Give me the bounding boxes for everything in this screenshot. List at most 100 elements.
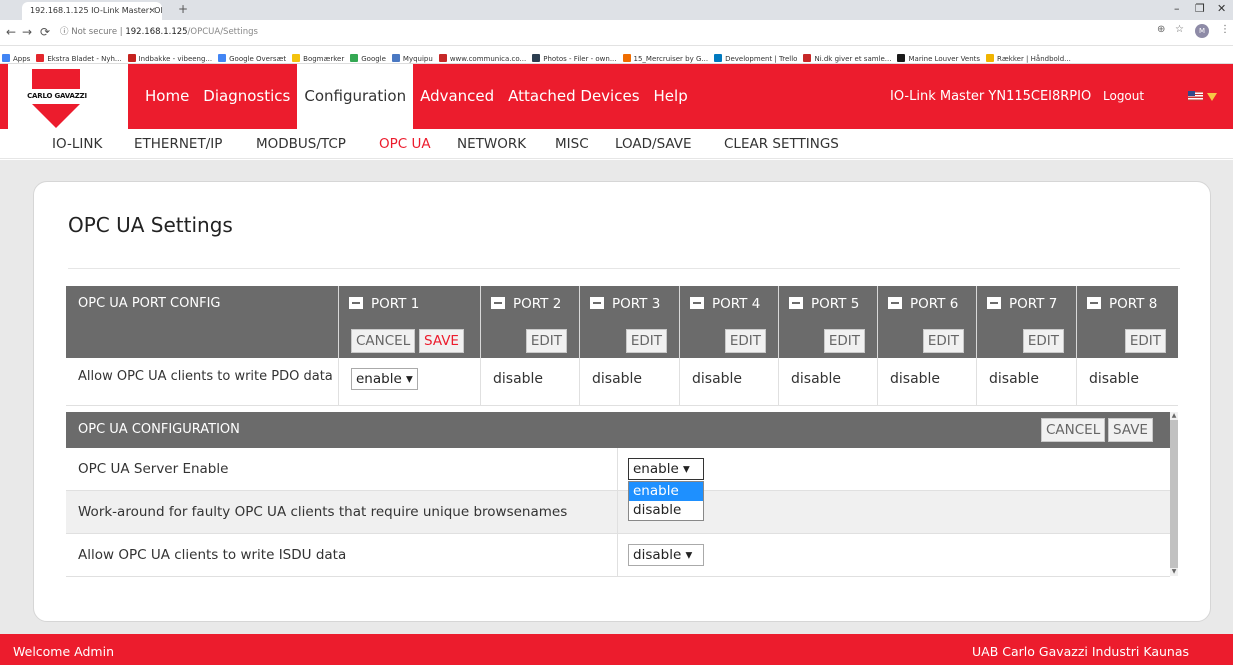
- tab-network[interactable]: NETWORK: [457, 129, 526, 159]
- bookmark-item[interactable]: Photos - Filer - own...: [532, 50, 617, 63]
- bookmark-item[interactable]: 15_Mercruiser by G...: [622, 50, 708, 63]
- collapse-icon[interactable]: [789, 297, 803, 309]
- nav-configuration[interactable]: Configuration: [297, 64, 414, 129]
- port-actions-3: EDIT: [579, 322, 679, 358]
- bookmark-item[interactable]: Apps: [2, 50, 31, 63]
- scroll-thumb[interactable]: [1170, 420, 1178, 568]
- bookmark-item[interactable]: Rækker | Håndbold...: [986, 50, 1071, 63]
- collapse-icon[interactable]: [349, 297, 363, 309]
- dropdown-option-disable[interactable]: disable: [629, 501, 703, 520]
- port-header-2[interactable]: PORT 2: [480, 286, 579, 322]
- browser-tab[interactable]: 192.168.1.125 IO-Link Master: OI ×: [22, 2, 162, 20]
- bookmark-icon: [986, 54, 995, 62]
- close-window-icon[interactable]: ✕: [1217, 2, 1226, 15]
- port-header-5[interactable]: PORT 5: [778, 286, 877, 322]
- profile-avatar[interactable]: M: [1195, 24, 1209, 38]
- bookmark-label: Apps: [13, 55, 31, 63]
- port-header-8[interactable]: PORT 8: [1076, 286, 1178, 322]
- port-1-save-button[interactable]: SAVE: [419, 329, 464, 353]
- column-divider: [617, 534, 618, 576]
- bookmark-item[interactable]: Ni.dk giver et samle...: [803, 50, 891, 63]
- nav-help[interactable]: Help: [647, 64, 695, 129]
- port-2-edit-button[interactable]: EDIT: [525, 329, 567, 353]
- reload-icon[interactable]: ⟳: [40, 25, 50, 39]
- menu-dots-icon[interactable]: ⋮: [1220, 24, 1230, 35]
- tab-opc-ua[interactable]: OPC UA: [379, 129, 431, 159]
- collapse-icon[interactable]: [888, 297, 902, 309]
- bookmark-icon: [532, 54, 541, 62]
- port-5-pdo-value: disable: [791, 371, 842, 387]
- dropdown-option-enable[interactable]: enable: [629, 482, 703, 501]
- port-1-cancel-button[interactable]: CANCEL: [351, 329, 416, 353]
- tab-ethernet-ip[interactable]: ETHERNET/IP: [134, 129, 222, 159]
- tab-modbus-tcp[interactable]: MODBUS/TCP: [256, 129, 346, 159]
- tab-io-link[interactable]: IO-LINK: [52, 129, 102, 159]
- collapse-icon[interactable]: [1087, 297, 1101, 309]
- info-icon[interactable]: ⓘ: [60, 27, 69, 37]
- bookmark-item[interactable]: www.communica.co...: [438, 50, 527, 63]
- bookmark-item[interactable]: Ekstra Bladet - Nyh...: [36, 50, 122, 63]
- us-flag-icon[interactable]: [1188, 91, 1203, 101]
- bookmark-item[interactable]: Bogmærker: [292, 50, 345, 63]
- url-input[interactable]: ⓘ Not secure | 192.168.1.125/OPCUA/Setti…: [60, 23, 1190, 41]
- collapse-icon[interactable]: [987, 297, 1001, 309]
- collapse-icon[interactable]: [590, 297, 604, 309]
- logout-link[interactable]: Logout: [1103, 64, 1144, 129]
- tab-misc[interactable]: MISC: [555, 129, 589, 159]
- port-header-7[interactable]: PORT 7: [976, 286, 1076, 322]
- port-4-edit-button[interactable]: EDIT: [724, 329, 766, 353]
- collapse-icon[interactable]: [491, 297, 505, 309]
- bookmark-item[interactable]: Indbakke - vibeeng...: [127, 50, 212, 63]
- carlo-gavazzi-logo[interactable]: CARLO GAVAZZI: [8, 64, 128, 130]
- port-5-edit-button[interactable]: EDIT: [823, 329, 865, 353]
- bookmark-item[interactable]: Marine Louver Vents: [897, 50, 980, 63]
- chevron-down-icon[interactable]: [1207, 93, 1217, 101]
- port-header-6[interactable]: PORT 6: [877, 286, 976, 322]
- server-enable-value: enable: [633, 461, 679, 477]
- bookmark-item[interactable]: Development | Trello: [714, 50, 797, 63]
- tab-clear-settings[interactable]: CLEAR SETTINGS: [724, 129, 839, 159]
- bookmark-label: Bogmærker: [303, 55, 345, 63]
- port-8-edit-button[interactable]: EDIT: [1124, 329, 1166, 353]
- port-header-1[interactable]: PORT 1: [338, 286, 480, 322]
- port-header-3[interactable]: PORT 3: [579, 286, 679, 322]
- maximize-icon[interactable]: ❐: [1195, 2, 1205, 15]
- opcua-config-header: OPC UA CONFIGURATION CANCEL SAVE: [66, 412, 1170, 448]
- port-actions-1: CANCEL SAVE: [338, 322, 480, 358]
- star-icon[interactable]: ☆: [1175, 24, 1184, 35]
- scroll-up-icon[interactable]: ▲: [1170, 412, 1178, 420]
- back-arrow-icon[interactable]: ←: [6, 25, 16, 39]
- close-tab-icon[interactable]: ×: [148, 2, 156, 20]
- bookmark-item[interactable]: Google Oversæt: [218, 50, 286, 63]
- bookmark-icon: [897, 54, 906, 62]
- logo-text: CARLO GAVAZZI: [27, 92, 87, 100]
- port-header-4[interactable]: PORT 4: [679, 286, 778, 322]
- isdu-write-select[interactable]: disable ▾: [628, 544, 704, 566]
- scroll-down-icon[interactable]: ▼: [1170, 568, 1178, 576]
- collapse-icon[interactable]: [690, 297, 704, 309]
- forward-arrow-icon[interactable]: →: [22, 25, 32, 39]
- nav-attached-devices[interactable]: Attached Devices: [501, 64, 646, 129]
- bookmark-item[interactable]: Google: [350, 50, 386, 63]
- new-tab-button[interactable]: +: [178, 2, 188, 16]
- config-cancel-button[interactable]: CANCEL: [1041, 418, 1106, 442]
- port-label: PORT 1: [371, 296, 420, 312]
- minimize-icon[interactable]: –: [1174, 2, 1180, 15]
- port-3-pdo-value: disable: [592, 371, 643, 387]
- bookmark-label: www.communica.co...: [449, 55, 527, 63]
- port-label: PORT 3: [612, 296, 661, 312]
- nav-diagnostics[interactable]: Diagnostics: [196, 64, 297, 129]
- zoom-icon[interactable]: ⊕: [1157, 24, 1165, 35]
- nav-advanced[interactable]: Advanced: [413, 64, 501, 129]
- port-6-edit-button[interactable]: EDIT: [922, 329, 964, 353]
- company-name: UAB Carlo Gavazzi Industri Kaunas: [972, 644, 1189, 659]
- server-enable-select[interactable]: enable ▾: [628, 458, 704, 480]
- port-3-edit-button[interactable]: EDIT: [625, 329, 667, 353]
- port-1-pdo-select[interactable]: enable ▾: [351, 368, 418, 390]
- bookmark-item[interactable]: Myquipu: [391, 50, 433, 63]
- config-scrollbar[interactable]: ▲ ▼: [1170, 412, 1178, 576]
- nav-home[interactable]: Home: [138, 64, 196, 129]
- tab-load-save[interactable]: LOAD/SAVE: [615, 129, 692, 159]
- config-save-button[interactable]: SAVE: [1108, 418, 1153, 442]
- port-7-edit-button[interactable]: EDIT: [1022, 329, 1064, 353]
